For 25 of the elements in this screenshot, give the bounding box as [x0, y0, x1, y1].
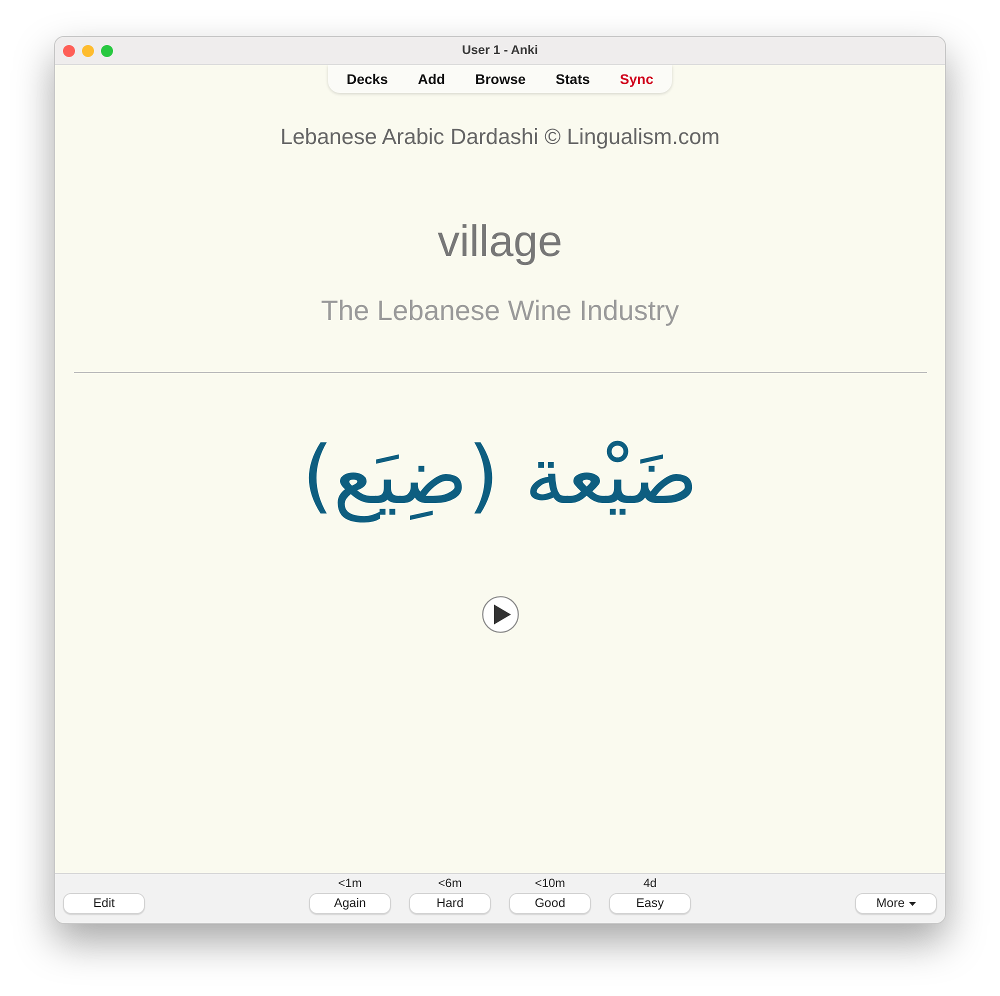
play-icon[interactable]	[482, 596, 518, 633]
toolbar-link[interactable]: Stats	[542, 68, 604, 90]
card-answer: ضَيْعة (ضِيَع)	[302, 428, 698, 524]
more-button[interactable]: More	[855, 893, 937, 914]
toolbar-link[interactable]: Add	[404, 68, 460, 90]
answer-button[interactable]: Good	[509, 893, 591, 914]
close-icon[interactable]	[63, 44, 75, 56]
card-topic: The Lebanese Wine Industry	[321, 294, 679, 328]
deck-credit: Lebanese Arabic Dardashi © Lingualism.com	[280, 123, 720, 151]
interval-label: <6m	[438, 875, 462, 891]
interval-label: <1m	[338, 875, 362, 891]
toolbar-link[interactable]: Sync	[606, 68, 668, 90]
card-word: village	[438, 216, 562, 268]
edit-button[interactable]: Edit	[63, 893, 145, 914]
minimize-icon[interactable]	[82, 44, 94, 56]
answer-button[interactable]: Hard	[409, 893, 491, 914]
answer-button[interactable]: Again	[309, 893, 391, 914]
interval-label: 4d	[643, 875, 657, 891]
toolbar-link[interactable]: Decks	[332, 68, 402, 90]
caret-icon	[908, 902, 916, 906]
toolbar-link[interactable]: Browse	[461, 68, 540, 90]
window-title: User 1 - Anki	[462, 42, 538, 60]
answer-button[interactable]: Easy	[609, 893, 691, 914]
zoom-icon[interactable]	[101, 44, 113, 56]
interval-label: <10m	[534, 875, 566, 891]
